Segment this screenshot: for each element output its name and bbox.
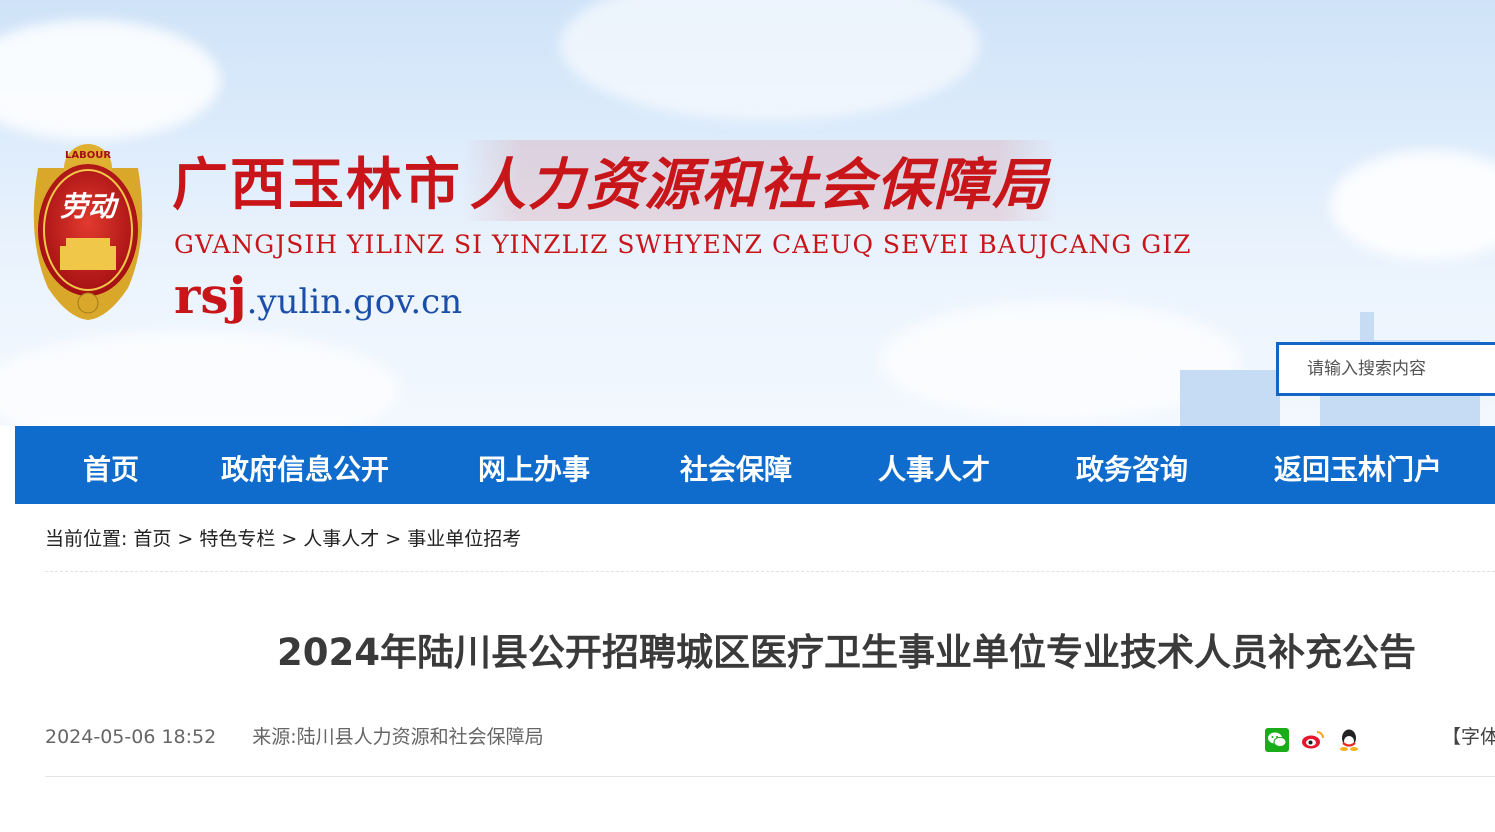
main-nav: 首页 政府信息公开 网上办事 社会保障 人事人才 政务咨询 返回玉林门户 (15, 426, 1495, 504)
breadcrumb-separator: > (177, 528, 194, 550)
breadcrumb-separator: > (385, 528, 402, 550)
domain-suffix: .yulin.gov.cn (246, 282, 463, 322)
nav-item-consult[interactable]: 政务咨询 (1076, 448, 1188, 488)
main-content: 当前位置: 首页 > 特色专栏 > 人事人才 > 事业单位招考 2024年陆川县公开招聘城区医… (15, 504, 1495, 832)
breadcrumb: 当前位置: 首页 > 特色专栏 > 人事人才 > 事业单位招考 (45, 524, 527, 551)
qq-icon[interactable] (1337, 728, 1361, 752)
building-decoration (1180, 370, 1280, 426)
nav-item-online-service[interactable]: 网上办事 (478, 448, 590, 488)
search-box (1276, 342, 1495, 396)
nav-item-yulin-portal[interactable]: 返回玉林门户 (1274, 448, 1442, 488)
breadcrumb-separator: > (281, 528, 298, 550)
font-size-control[interactable]: 【字体 (1442, 722, 1495, 749)
nav-item-social-security[interactable]: 社会保障 (680, 448, 792, 488)
divider (45, 776, 1495, 777)
search-input[interactable] (1307, 359, 1487, 379)
divider (45, 571, 1495, 572)
breadcrumb-item-special[interactable]: 特色专栏 (199, 528, 275, 550)
site-title-bureau: 人力资源和社会保障局 (462, 140, 1058, 221)
wechat-icon[interactable] (1265, 728, 1289, 752)
nav-item-home[interactable]: 首页 (83, 448, 139, 488)
emblem-top-text: LABOUR (65, 150, 111, 161)
weibo-icon[interactable] (1301, 728, 1325, 752)
breadcrumb-prefix: 当前位置: (45, 528, 128, 550)
article-date: 2024-05-06 18:52 (45, 726, 217, 748)
cloud-decoration (1330, 150, 1495, 260)
site-title-cn: 广西玉林市 人力资源和社会保障局 (172, 140, 1058, 221)
breadcrumb-item-home[interactable]: 首页 (133, 528, 171, 550)
cloud-decoration (560, 0, 980, 120)
site-title-city: 广西玉林市 (172, 152, 462, 218)
nav-item-gov-info[interactable]: 政府信息公开 (221, 448, 389, 488)
header-banner: LABOUR 劳动 广西玉林市 人力资源和社会保障局 GVANGJSIH YILI… (0, 0, 1495, 426)
site-title-en: GVANGJSIH YILINZ SI YINZLIZ SWHYENZ CAEU… (174, 230, 1192, 259)
breadcrumb-item-personnel[interactable]: 人事人才 (303, 528, 379, 550)
nav-item-personnel[interactable]: 人事人才 (878, 448, 990, 488)
article-title: 2024年陆川县公开招聘城区医疗卫生事业单位专业技术人员补充公告 (277, 631, 1416, 674)
article-source: 来源:陆川县人力资源和社会保障局 (252, 726, 544, 748)
domain-prefix: rsj (174, 266, 247, 325)
emblem-center-text: 劳动 (60, 190, 120, 223)
labour-emblem-logo: LABOUR 劳动 (33, 144, 143, 320)
cloud-decoration (0, 330, 400, 426)
site-domain: rsj.yulin.gov.cn (174, 266, 462, 325)
cloud-decoration (0, 20, 220, 140)
share-bar (1265, 728, 1361, 752)
breadcrumb-item-recruitment[interactable]: 事业单位招考 (407, 528, 521, 550)
article-meta: 2024-05-06 18:52 来源:陆川县人力资源和社会保障局 (45, 722, 544, 749)
